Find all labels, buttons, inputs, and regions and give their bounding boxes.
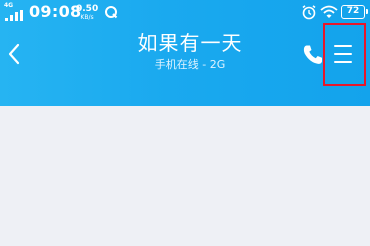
network-type: 4G (4, 2, 14, 9)
network-speed-unit: KB/s (80, 14, 94, 21)
menu-line-icon (334, 45, 352, 47)
status-bar: 4G 09:08 0.50 KB/s 72 (0, 0, 370, 26)
signal-icon: 4G (4, 2, 24, 22)
wifi-icon (320, 5, 338, 18)
network-speed-value: 0.50 (76, 4, 99, 14)
chat-message-area[interactable] (0, 106, 370, 246)
online-status: 手机在线 - 2G (154, 58, 226, 71)
chevron-left-icon (8, 43, 20, 65)
status-time: 09:08 (29, 2, 82, 21)
qq-icon (105, 6, 118, 19)
menu-line-icon (334, 61, 352, 63)
chat-title: 如果有一天 (137, 31, 243, 55)
back-button[interactable] (2, 39, 28, 69)
battery-icon: 72 (341, 5, 368, 19)
chat-header: 4G 09:08 0.50 KB/s 72 如果有一天 手机在线 - 2G (0, 0, 370, 106)
network-speed: 0.50 KB/s (76, 4, 98, 21)
battery-level: 72 (346, 6, 360, 16)
alarm-icon (302, 5, 316, 20)
phone-icon (303, 45, 322, 64)
chat-title-block[interactable]: 如果有一天 手机在线 - 2G (100, 30, 280, 73)
hamburger-menu-button[interactable] (328, 40, 358, 68)
menu-line-icon (334, 53, 352, 55)
